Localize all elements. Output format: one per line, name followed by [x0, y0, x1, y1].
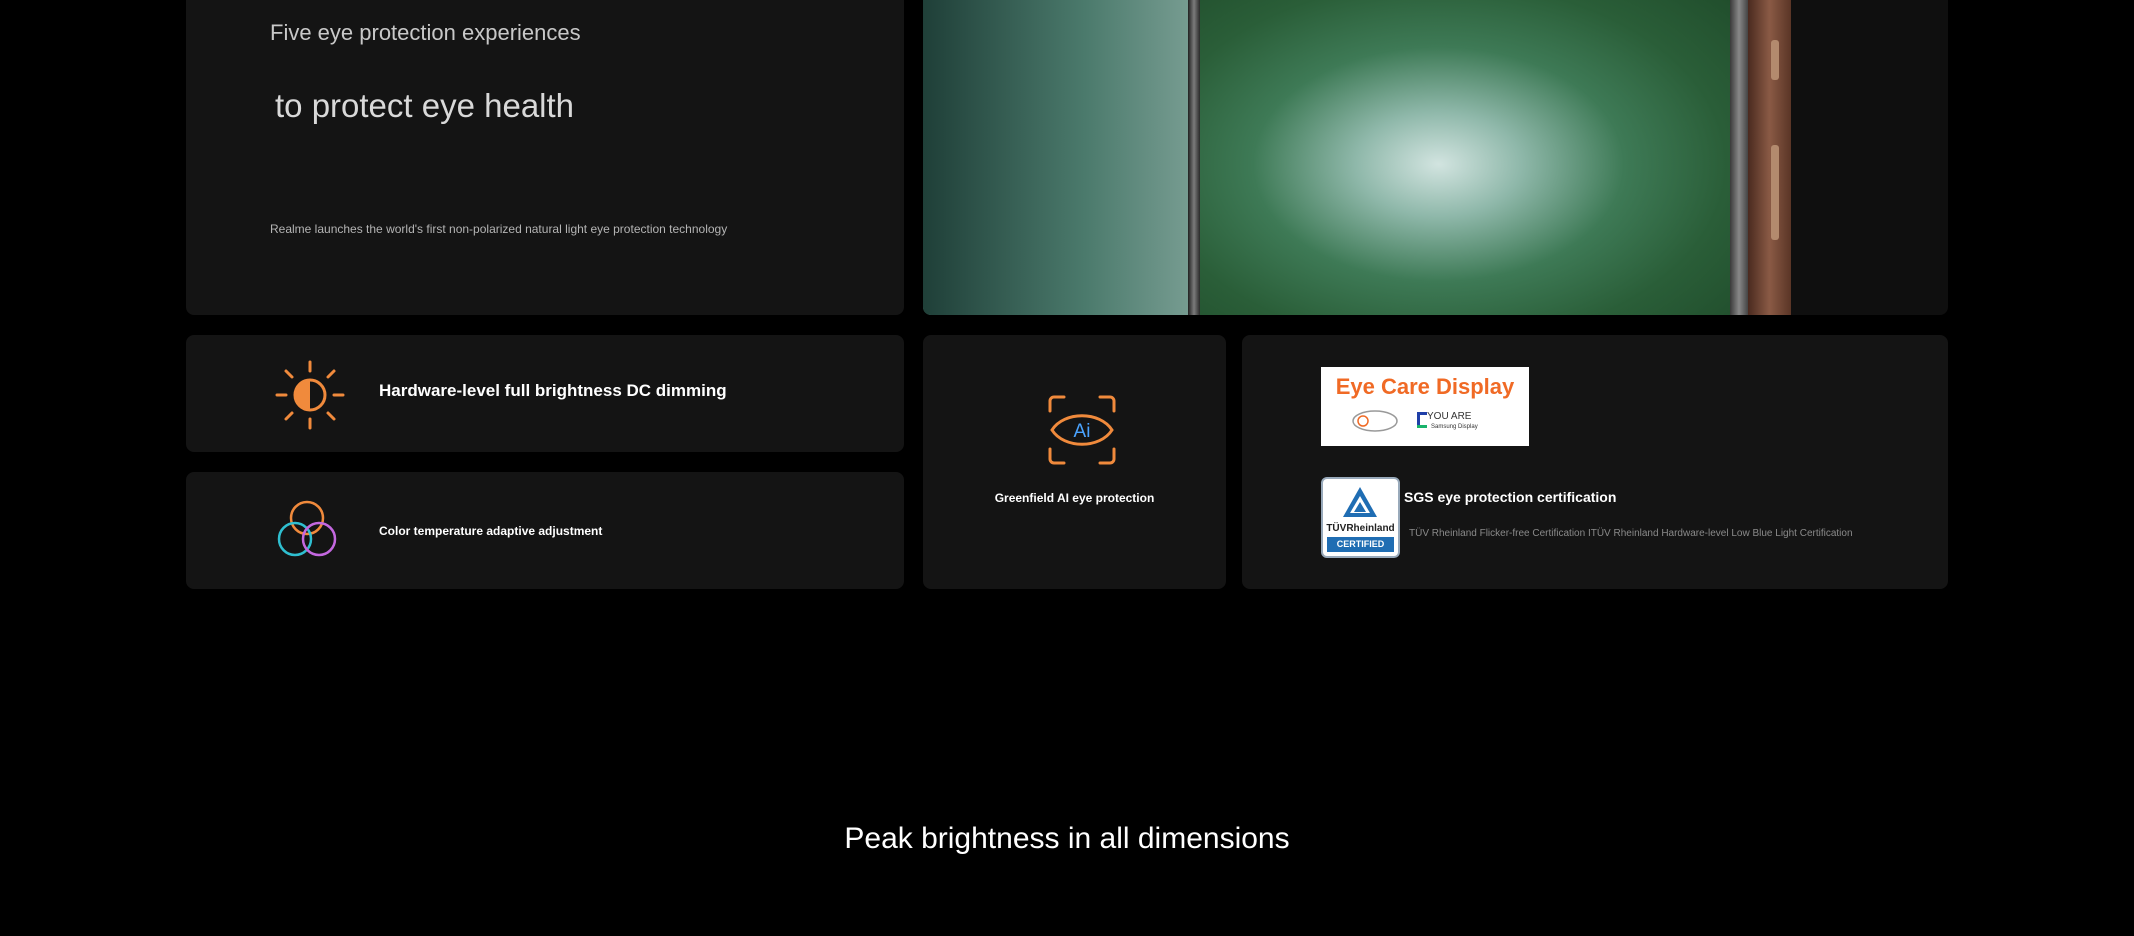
tuv-certified-badge: TÜVRheinland CERTIFIED: [1321, 477, 1400, 558]
eye-care-logo-tagline: YOU ARE: [1427, 411, 1472, 422]
hero-subtitle: Five eye protection experiences: [270, 20, 581, 45]
hero-description: Realme launches the world's first non-po…: [270, 222, 728, 236]
sgs-certification-title: SGS eye protection certification: [1404, 489, 1617, 505]
sgs-mark-icon: [1352, 410, 1398, 432]
eye-care-logo-brand: Samsung Display: [1431, 424, 1478, 430]
svg-text:Ai: Ai: [1074, 421, 1091, 442]
eye-care-display-logo: Eye Care Display YOU ARE Samsung Display: [1321, 367, 1529, 446]
ai-eye-protection-card: Ai Greenfield AI eye protection: [923, 335, 1226, 589]
hero-title: to protect eye health: [275, 87, 575, 124]
color-temperature-label: Color temperature adaptive adjustment: [379, 524, 603, 538]
tuv-certified-icon: [1343, 487, 1377, 517]
hero-card: Five eye protection experiences to prote…: [186, 0, 904, 315]
eye-care-logo-title: Eye Care Display: [1335, 374, 1515, 399]
tuv-badge-label: CERTIFIED: [1327, 537, 1394, 552]
ai-eye-protection-label: Greenfield AI eye protection: [994, 491, 1155, 505]
samsung-display-mark-icon: [1417, 412, 1427, 428]
section-title: Peak brightness in all dimensions: [844, 822, 1290, 855]
dc-dimming-label: Hardware-level full brightness DC dimmin…: [379, 381, 727, 400]
certification-card: Eye Care Display YOU ARE Samsung Display…: [1242, 335, 1948, 589]
ai-eye-icon: Ai: [1048, 395, 1116, 465]
phone-forest-image: [923, 0, 1791, 315]
tuv-badge-name: TÜVRheinland: [1326, 523, 1395, 534]
dc-dimming-card: Hardware-level full brightness DC dimmin…: [186, 335, 904, 452]
color-temperature-card: Color temperature adaptive adjustment: [186, 472, 904, 589]
tuv-certification-description: TÜV Rheinland Flicker-free Certification…: [1409, 528, 1853, 539]
hero-image-card: [923, 0, 1948, 315]
overlapping-circles-icon: [277, 500, 337, 557]
sun-half-icon: [275, 360, 345, 430]
